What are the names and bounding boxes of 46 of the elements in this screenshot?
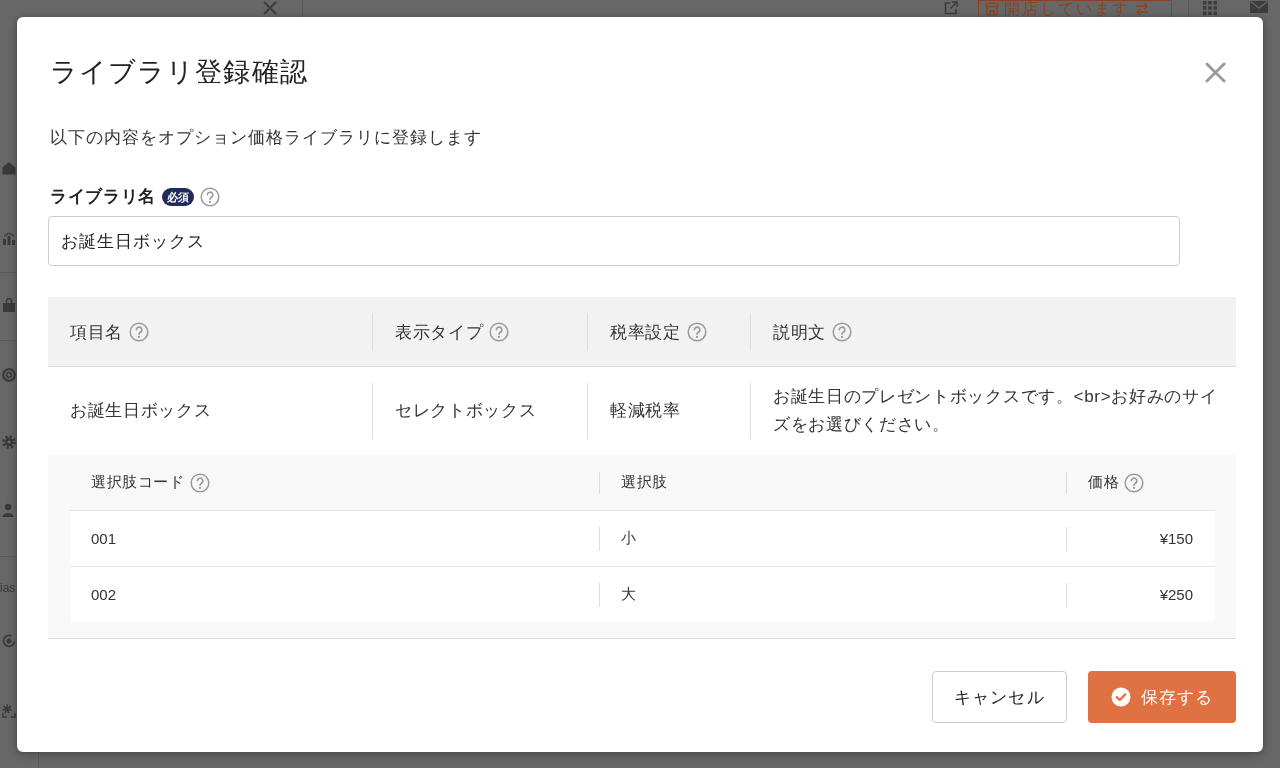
help-icon[interactable] (686, 322, 707, 342)
table-cell-text: 001 (90, 529, 118, 549)
column-header: 説明文 (773, 321, 827, 344)
table-cell: 小 (599, 526, 1066, 551)
field-label: ライブラリ名 (50, 186, 157, 208)
column-header: 項目名 (70, 321, 124, 344)
table-cell: 軽減税率 (587, 383, 750, 439)
column-header: 表示タイプ (395, 321, 484, 344)
chart-icon[interactable] (2, 231, 16, 245)
external-link-icon[interactable] (944, 1, 958, 15)
table-cell: ¥250 (1066, 582, 1215, 607)
close-icon[interactable] (263, 1, 277, 15)
bag-icon[interactable] (2, 298, 16, 312)
dialog-title: ライブラリ登録確認 (50, 56, 308, 89)
table-cell: セレクトボックス (372, 383, 587, 439)
column-header: 税率設定 (610, 321, 681, 344)
table-cell-text: お誕生日ボックス (69, 400, 213, 422)
help-icon[interactable] (129, 322, 150, 342)
column-header: 選択肢 (621, 473, 668, 492)
table-cell-text: 002 (90, 585, 118, 605)
home-icon[interactable] (2, 161, 16, 175)
text-field[interactable]: お誕生日ボックス (48, 216, 1180, 266)
help-icon[interactable] (832, 322, 853, 342)
grid-icon[interactable] (1203, 1, 1217, 15)
circular-arrow-icon[interactable] (2, 634, 16, 648)
close-icon[interactable] (1205, 61, 1226, 83)
help-icon[interactable] (1124, 472, 1145, 493)
cancel-button[interactable]: キャンセル (932, 671, 1067, 723)
table-cell: お誕生日のプレゼントボックスです。<br>お好みのサイズをお選びください。 (750, 383, 1236, 439)
required-badge: 必須 (162, 188, 195, 206)
column-header: 価格 (1088, 473, 1120, 492)
gear-icon[interactable] (2, 704, 16, 718)
user-icon[interactable] (2, 503, 16, 517)
ring-icon[interactable] (2, 368, 16, 382)
table-cell: ¥150 (1066, 526, 1215, 551)
gear-icon[interactable] (2, 435, 16, 449)
swap-arrows-icon (1135, 2, 1149, 16)
mail-icon[interactable] (1250, 1, 1268, 13)
help-icon[interactable] (189, 472, 210, 493)
help-icon[interactable] (489, 322, 510, 342)
table-cell: 大 (599, 582, 1066, 607)
help-icon[interactable] (200, 187, 221, 207)
store-icon (985, 2, 999, 16)
check-circle-icon (1110, 687, 1131, 707)
dialog-description: 以下の内容をオプション価格ライブラリに登録します (50, 127, 484, 149)
column-header: 選択肢コード (91, 473, 185, 492)
